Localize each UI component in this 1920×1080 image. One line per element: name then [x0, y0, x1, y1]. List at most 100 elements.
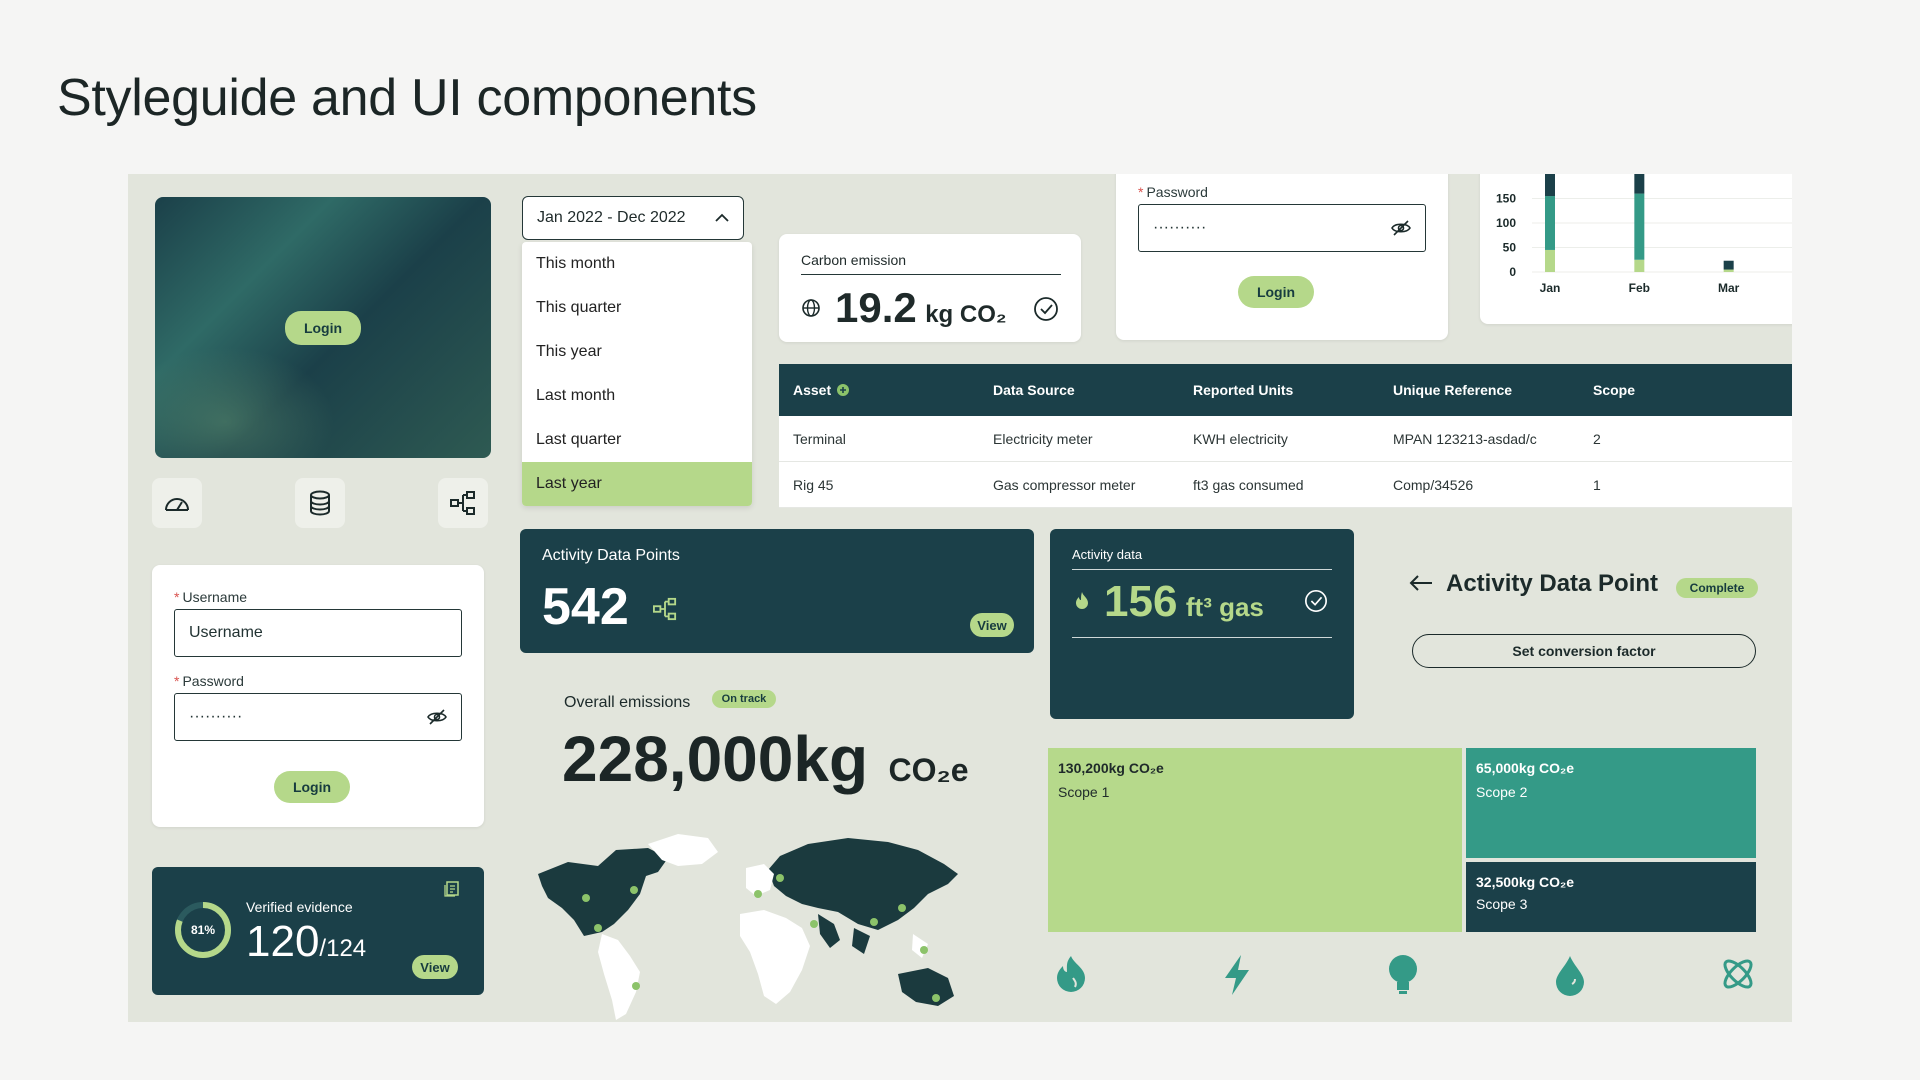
cell-reported-units: ft3 gas consumed — [1193, 476, 1304, 493]
bar-segment[interactable] — [1545, 249, 1555, 272]
cell-unique-reference: Comp/34526 — [1393, 476, 1474, 493]
username-input[interactable]: Username — [174, 609, 462, 657]
complete-badge: Complete — [1676, 578, 1758, 598]
treemap-scope: Scope 1 — [1058, 784, 1110, 800]
check-circle-icon — [1034, 297, 1058, 321]
menu-option[interactable]: This year — [522, 330, 752, 374]
adp-title: Activity Data Point — [1446, 570, 1659, 597]
hierarchy-icon — [653, 597, 677, 621]
treemap-scope-3[interactable]: 32,500kg CO₂e Scope 3 — [1466, 862, 1756, 932]
set-conversion-factor-button[interactable]: Set conversion factor — [1412, 634, 1756, 668]
bar-segment[interactable] — [1545, 174, 1555, 197]
table-row[interactable]: Rig 45 Gas compressor meter ft3 gas cons… — [779, 462, 1792, 508]
treemap-scope: Scope 2 — [1476, 784, 1528, 800]
cell-scope: 1 — [1593, 476, 1601, 493]
th-data-source[interactable]: Data Source — [993, 364, 1075, 416]
cell-scope: 2 — [1593, 430, 1601, 447]
cell-asset: Rig 45 — [793, 476, 834, 493]
password-dots: ·········· — [189, 708, 243, 725]
sort-icon[interactable] — [837, 384, 850, 396]
bar-segment[interactable] — [1545, 196, 1555, 250]
cell-data-source: Gas compressor meter — [993, 476, 1136, 493]
carbon-label: Carbon emission — [801, 252, 907, 268]
username-placeholder: Username — [189, 624, 263, 641]
eye-off-icon[interactable] — [427, 709, 447, 725]
gauge-icon[interactable] — [152, 478, 202, 528]
treemap-value: 65,000kg CO₂e — [1476, 760, 1575, 776]
y-tick-label: 50 — [1503, 241, 1517, 255]
treemap-value: 32,500kg CO₂e — [1476, 874, 1575, 890]
eye-off-icon[interactable] — [1391, 220, 1411, 236]
login-form-card: * Username Username * Password ·········· … — [152, 565, 484, 827]
verified-title: Verified evidence — [246, 899, 353, 915]
table-header: Asset Data Source Reported Units Unique … — [779, 364, 1792, 416]
x-tick-label: Jan — [1540, 281, 1561, 295]
check-circle-icon — [1305, 590, 1327, 612]
overall-emissions-label: Overall emissions — [564, 694, 691, 711]
y-tick-label: 0 — [1509, 265, 1516, 279]
mini-bar-chart-card: 0 50 100 150 Jan Feb Mar — [1480, 174, 1792, 324]
back-arrow-icon[interactable] — [1408, 574, 1434, 592]
activity-data-card: Activity data 156 ft³ gas — [1050, 529, 1354, 719]
verified-view-button[interactable]: View — [412, 955, 458, 979]
password-card-input[interactable]: ·········· — [1138, 204, 1426, 252]
treemap-value: 130,200kg CO₂e — [1058, 760, 1164, 776]
th-scope[interactable]: Scope — [1593, 364, 1635, 416]
password-card: * Password ·········· Login — [1116, 174, 1448, 340]
menu-option[interactable]: This month — [522, 242, 752, 286]
y-tick-label: 150 — [1496, 192, 1516, 206]
activity-points-value: 542 — [542, 578, 629, 636]
treemap-scope-1[interactable]: 130,200kg CO₂e Scope 1 — [1048, 748, 1462, 932]
bar-segment[interactable] — [1723, 269, 1734, 272]
lightbulb-icon — [1389, 955, 1417, 994]
styleguide-board: Login * Username Username * Password ·····… — [128, 174, 1792, 1022]
menu-option[interactable]: This quarter — [522, 286, 752, 330]
login-form-button[interactable]: Login — [274, 771, 350, 803]
menu-option[interactable]: Last quarter — [522, 418, 752, 462]
page-title: Styleguide and UI components — [57, 69, 757, 127]
th-asset[interactable]: Asset — [793, 364, 850, 416]
cell-asset: Terminal — [793, 430, 846, 447]
password-card-login-button[interactable]: Login — [1238, 276, 1314, 308]
table-row[interactable]: Terminal Electricity meter KWH electrici… — [779, 416, 1792, 462]
menu-option[interactable]: Last year — [522, 462, 752, 506]
carbon-emission-card: Carbon emission 19.2 kg CO₂ — [779, 234, 1081, 342]
x-tick-label: Feb — [1629, 281, 1650, 295]
bar-segment[interactable] — [1634, 174, 1645, 194]
lightning-icon — [1225, 955, 1249, 995]
password-input[interactable]: ·········· — [174, 693, 462, 741]
atom-icon — [1723, 959, 1753, 989]
th-reported-units[interactable]: Reported Units — [1193, 364, 1293, 416]
flame-icon — [1057, 956, 1085, 992]
menu-option[interactable]: Last month — [522, 374, 752, 418]
carbon-value: 19.2 kg CO₂ — [835, 284, 1007, 331]
overall-emissions-value: 228,000kg CO₂e — [562, 723, 969, 795]
document-icon — [444, 881, 459, 897]
password-card-dots: ·········· — [1153, 219, 1207, 236]
activity-points-view-button[interactable]: View — [970, 613, 1014, 637]
verified-count: 120/124 — [246, 917, 367, 966]
progress-percent: 81% — [190, 923, 216, 937]
cell-unique-reference: MPAN 123213-asdad/c — [1393, 430, 1537, 447]
bar-segment[interactable] — [1634, 259, 1645, 272]
password-label: * Password — [174, 673, 244, 689]
login-hero-card: Login — [155, 197, 491, 458]
cell-reported-units: KWH electricity — [1193, 430, 1288, 447]
hero-login-button[interactable]: Login — [285, 311, 361, 345]
date-range-select[interactable]: Jan 2022 - Dec 2022 — [522, 196, 744, 240]
chevron-up-icon — [715, 213, 729, 222]
flame-icon — [1076, 592, 1088, 609]
world-map — [538, 834, 958, 1020]
th-unique-reference[interactable]: Unique Reference — [1393, 364, 1512, 416]
treemap-scope-2[interactable]: 65,000kg CO₂e Scope 2 — [1466, 748, 1756, 858]
bar-segment[interactable] — [1634, 193, 1645, 260]
water-drop-icon — [1556, 956, 1584, 996]
hierarchy-icon[interactable] — [438, 478, 488, 528]
username-label: * Username — [174, 589, 248, 605]
password-card-label: * Password — [1138, 184, 1208, 200]
mini-bar-chart: 0 50 100 150 Jan Feb Mar — [1496, 174, 1792, 295]
database-icon[interactable] — [295, 478, 345, 528]
assets-table: Asset Data Source Reported Units Unique … — [779, 364, 1792, 508]
verified-evidence-card: 81% Verified evidence 120/124 View — [152, 867, 484, 995]
bar-segment[interactable] — [1723, 260, 1734, 270]
